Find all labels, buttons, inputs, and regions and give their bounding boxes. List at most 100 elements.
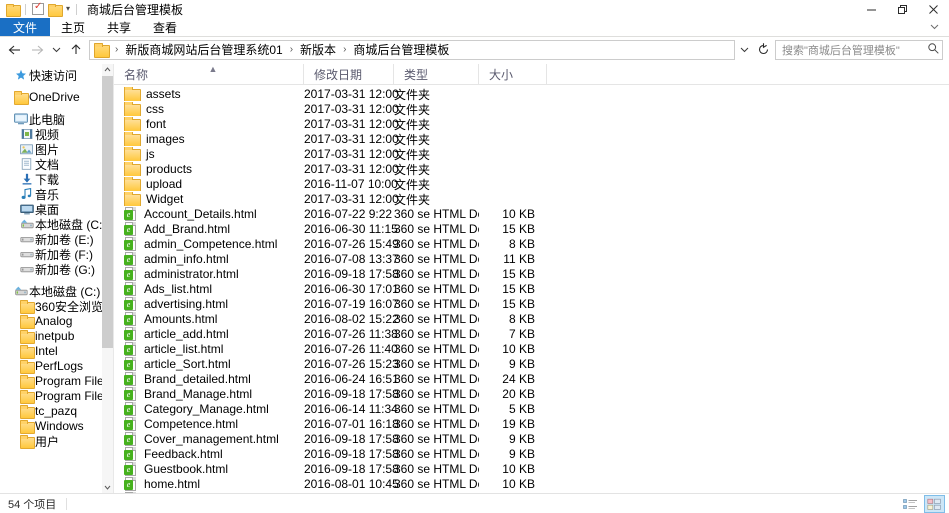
table-row[interactable]: e article_Sort.html 2016-07-26 15:23 360 se… [114,357,949,372]
file-date-cell: 2016-07-26 11:38 [304,327,398,342]
column-header-name-label: 名称 [124,67,149,82]
breadcrumb-separator[interactable]: › [338,44,351,55]
sidebar-item-4[interactable]: 图片 [0,142,102,157]
address-dropdown-icon[interactable] [735,40,753,60]
sidebar-item-21[interactable]: tc_pazq [0,404,102,419]
table-row[interactable]: e article_add.html 2016-07-26 11:38 360 se … [114,327,949,342]
column-header-size[interactable]: 大小 [479,63,547,85]
file-date-cell: 2016-06-24 16:51 [304,372,399,387]
sidebar-item-23[interactable]: 用户 [0,434,102,449]
file-size-cell: 20 KB [502,387,535,402]
table-row[interactable]: e home.html 2016-08-01 10:45360 se HTML Do… [114,477,949,492]
sidebar-item-14[interactable]: 360安全浏览器下载 [0,299,102,314]
chevron-up-icon[interactable] [102,64,113,76]
tab-home[interactable]: 主页 [50,18,96,36]
table-row[interactable]: e Category_Manage.html 2016-06-14 11:34 360… [114,402,949,417]
table-row[interactable]: e Add_Brand.html 2016-06-30 11:15 360 se HT… [114,222,949,237]
sidebar-item-22[interactable]: Windows [0,419,102,434]
search-icon[interactable] [927,42,940,58]
sidebar-item-13[interactable]: 本地磁盘 (C:) [0,284,102,299]
close-icon[interactable] [918,0,949,18]
table-row[interactable]: font 2017-03-31 12:00 文件夹 [114,117,949,132]
sidebar-item-11[interactable]: 新加卷 (F:) [0,247,102,262]
table-row[interactable]: images 2017-03-31 12:00 文件夹 [114,132,949,147]
sidebar-item-6[interactable]: 下载 [0,172,102,187]
table-row[interactable]: e advertising.html 2016-07-19 16:07 360 se … [114,297,949,312]
column-header-type[interactable]: 类型 [394,63,479,85]
search-input[interactable]: 搜索"商城后台管理模板" [775,39,943,60]
table-row[interactable]: upload 2016-11-07 10:00 文件夹 [114,177,949,192]
sidebar-item-19[interactable]: Program Files [0,374,102,389]
chevron-down-icon[interactable] [102,481,113,493]
breadcrumb-item-1[interactable]: 新版本 [298,41,338,58]
table-row[interactable]: e admin_info.html 2016-07-08 13:37 360 se H… [114,252,949,267]
details-view-icon[interactable] [900,495,921,513]
tab-share[interactable]: 共享 [96,18,142,36]
arrow-left-icon[interactable] [4,39,26,61]
table-row[interactable]: e Brand_detailed.html 2016-06-24 16:51 360 … [114,372,949,387]
sidebar-item-label: 新加卷 (G:) [35,262,95,277]
breadcrumb-item-2[interactable]: 商城后台管理模板 [351,41,451,58]
sidebar-item-8[interactable]: 桌面 [0,202,102,217]
file-size-cell: 8 KB [508,312,535,327]
table-row[interactable]: e Amounts.html 2016-08-02 15:22 360 se HTML… [114,312,949,327]
chevron-down-icon[interactable] [925,18,943,36]
file-name-cell: e Ads_list.html [114,282,304,297]
sidebar-item-17[interactable]: Intel [0,344,102,359]
breadcrumb-item-0[interactable]: 新版商城网站后台管理系统01 [123,41,284,58]
restore-icon[interactable] [887,0,918,18]
tab-file[interactable]: 文件 [0,18,51,36]
breadcrumb[interactable]: › 新版商城网站后台管理系统01 › 新版本 › 商城后台管理模板 [89,39,735,60]
column-header-date[interactable]: 修改日期 [304,63,394,85]
sidebar-item-20[interactable]: Program Files (x86) [0,389,102,404]
table-row[interactable]: e Guestbook.html 2016-09-18 17:58 360 se HT… [114,462,949,477]
refresh-icon[interactable] [753,39,773,61]
table-row[interactable]: assets 2017-03-31 12:00 文件夹 [114,87,949,102]
sidebar-item-1[interactable]: OneDrive [0,90,102,105]
tab-view[interactable]: 查看 [142,18,188,36]
sidebar-item-12[interactable]: 新加卷 (G:) [0,262,102,277]
table-row[interactable]: e article_list.html 2016-07-26 11:40 360 se… [114,342,949,357]
table-row[interactable]: e Cover_management.html 2016-09-18 17:58 36… [114,432,949,447]
sidebar-item-10[interactable]: 新加卷 (E:) [0,232,102,247]
sidebar-item-0[interactable]: 快速访问 [0,68,102,83]
table-row[interactable]: css 2017-03-31 12:00 文件夹 [114,102,949,117]
html-file-icon: e [124,342,137,357]
sidebar-item-label: 360安全浏览器下载 [35,299,102,314]
properties-icon[interactable] [32,1,44,15]
file-date-cell: 2016-07-22 9:22 [304,207,393,222]
scrollbar-thumb[interactable] [102,75,113,348]
table-row[interactable]: e Ads_list.html 2016-06-30 17:01 360 se HTM… [114,282,949,297]
file-size-cell: 24 KB [502,372,535,387]
table-row[interactable]: e Feedback.html 2016-09-18 17:58 360 se HTM… [114,447,949,462]
sidebar-item-9[interactable]: 本地磁盘 (C:) [0,217,102,232]
minimize-icon[interactable] [856,0,887,18]
sidebar-item-3[interactable]: 视频 [0,127,102,142]
sidebar-item-2[interactable]: 此电脑 [0,112,102,127]
sidebar-item-18[interactable]: PerfLogs [0,359,102,374]
table-row[interactable]: js 2017-03-31 12:00 文件夹 [114,147,949,162]
chevron-down-icon[interactable]: ▾ [66,5,70,13]
navigation-list: 快速访问 OneDrive 此电脑 视频 图片 文档 下载 音乐 桌面 本地磁盘 (C:) 新加卷 … [0,64,102,493]
navigation-scrollbar[interactable] [102,63,113,493]
sidebar-item-15[interactable]: Analog [0,314,102,329]
file-size-cell: 9 KB [508,447,535,462]
table-row[interactable]: e admin_Competence.html 2016-07-26 15:49 36… [114,237,949,252]
table-row[interactable]: products 2017-03-31 12:00 文件夹 [114,162,949,177]
table-row[interactable]: e administrator.html 2016-09-18 17:58 360 s… [114,267,949,282]
column-header-name[interactable]: 名称 ▲ [114,63,304,85]
table-row[interactable]: e Account_Details.html 2016-07-22 9:22 360 … [114,207,949,222]
arrow-right-icon[interactable] [26,39,48,61]
arrow-up-icon[interactable] [65,39,87,61]
new-folder-icon[interactable] [48,3,63,17]
table-row[interactable]: e Competence.html 2016-07-01 16:18 360 se H… [114,417,949,432]
large-icons-view-icon[interactable] [924,495,945,513]
sidebar-item-7[interactable]: 音乐 [0,187,102,202]
table-row[interactable]: e Brand_Manage.html 2016-09-18 17:58 360 se… [114,387,949,402]
breadcrumb-separator[interactable]: › [285,44,298,55]
recent-locations-icon[interactable] [48,39,65,61]
folder-icon[interactable] [6,3,21,17]
sidebar-item-16[interactable]: inetpub [0,329,102,344]
table-row[interactable]: Widget 2017-03-31 12:00 文件夹 [114,192,949,207]
sidebar-item-5[interactable]: 文档 [0,157,102,172]
